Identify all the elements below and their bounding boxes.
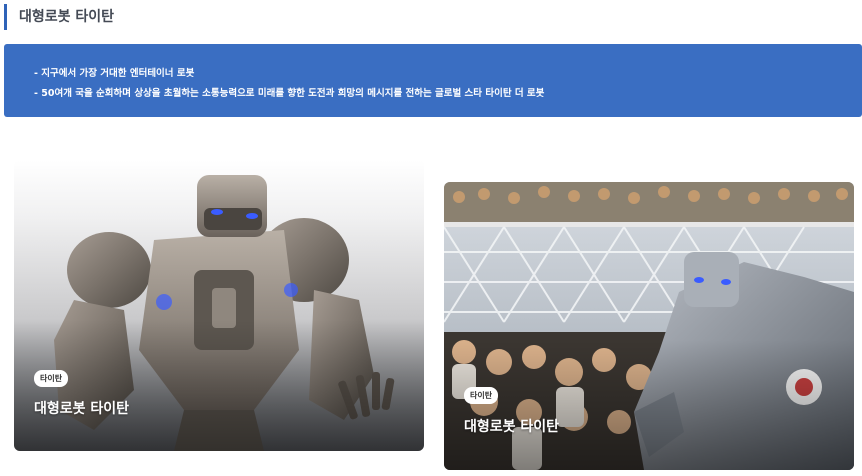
card-badge: 타이탄: [464, 387, 499, 404]
card-badge: 타이탄: [34, 370, 69, 387]
card-shade: [14, 320, 424, 451]
info-banner: - 지구에서 가장 거대한 엔터테이너 로봇 - 50여개 국을 순회하며 상상…: [4, 44, 862, 117]
gallery-card-crowd[interactable]: 타이탄 대형로봇 타이탄: [444, 182, 854, 470]
info-line-2: - 50여개 국을 순회하며 상상을 초월하는 소통능력으로 미래를 향한 도전…: [34, 88, 545, 99]
card-title: 대형로봇 타이탄: [34, 401, 130, 417]
info-line-1: - 지구에서 가장 거대한 엔터테이너 로봇: [34, 68, 195, 79]
gallery-card-studio[interactable]: 타이탄 대형로봇 타이탄: [14, 160, 424, 451]
card-title: 대형로봇 타이탄: [464, 419, 560, 435]
section-title: 대형로봇 타이탄: [4, 4, 114, 30]
card-shade: [444, 340, 854, 470]
